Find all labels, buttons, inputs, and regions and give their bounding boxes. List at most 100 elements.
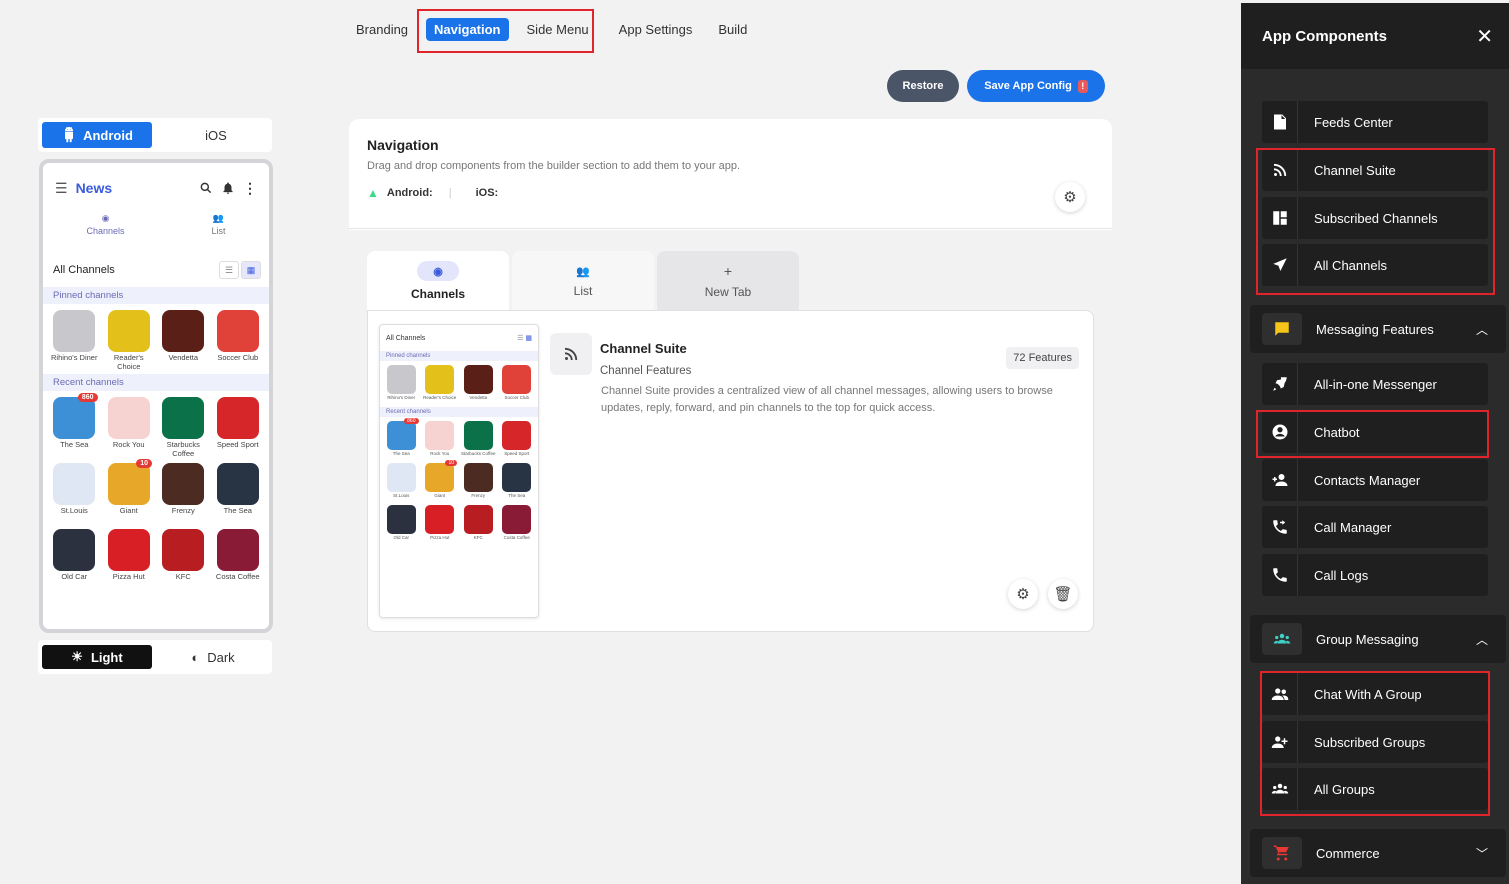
channel-tile[interactable]: The Sea — [498, 463, 537, 503]
nav-tabs-row: ◉ Channels 👥 List + New Tab — [367, 251, 799, 311]
nav-tab-channels[interactable]: ◉ Channels — [367, 251, 509, 311]
sidebar-item-channel-suite[interactable]: Channel Suite — [1262, 149, 1488, 191]
channel-tile[interactable]: Costa Coffee — [498, 505, 537, 545]
channel-tile[interactable]: Giant 10 — [421, 460, 460, 503]
restore-button[interactable]: Restore — [887, 70, 959, 102]
channel-logo-icon — [463, 421, 493, 450]
channel-tile[interactable]: Starbucks Coffee — [459, 421, 498, 461]
sidebar-item-call-logs[interactable]: Call Logs — [1262, 554, 1488, 596]
channel-tile[interactable]: Soccer Club — [498, 365, 537, 405]
group-group-messaging[interactable]: Group Messaging ︿ — [1250, 615, 1506, 663]
channel-tile[interactable]: Reader's Choice — [102, 310, 157, 372]
mini-header: All Channels ☰ ▦ — [380, 325, 538, 351]
channel-tile[interactable]: Vendetta — [459, 365, 498, 405]
group-commerce[interactable]: Commerce ﹀ — [1250, 829, 1506, 877]
sidebar-item-subscribed-groups[interactable]: Subscribed Groups — [1262, 721, 1488, 763]
channel-tile[interactable]: Vendetta — [156, 310, 211, 372]
feature-settings-icon[interactable]: ⚙ — [1008, 579, 1038, 609]
channel-tile[interactable]: Soccer Club — [211, 310, 266, 372]
sidebar-item-chatbot[interactable]: Chatbot — [1262, 411, 1488, 453]
android-label: Android — [83, 127, 133, 143]
channel-tile[interactable]: Pizza Hut — [421, 505, 460, 545]
recent-section-label: Recent channels — [43, 374, 269, 391]
sidebar-item-all-channels[interactable]: All Channels — [1262, 244, 1488, 286]
more-vertical-icon[interactable]: ⋮ — [243, 180, 257, 197]
android-option[interactable]: Android — [42, 122, 152, 148]
channel-tile[interactable]: Speed Sport — [498, 421, 537, 461]
save-app-config-button[interactable]: Save App Config ! — [967, 70, 1105, 102]
channel-tile[interactable]: Rock You — [421, 421, 460, 461]
channel-tile[interactable]: Old Car — [382, 505, 421, 545]
channel-logo-icon — [53, 529, 96, 571]
nav-tab-new[interactable]: + New Tab — [657, 251, 799, 311]
people-icon: 👥 — [212, 213, 225, 223]
chevron-up-icon[interactable]: ︿ — [1476, 321, 1488, 338]
android-icon: ▲ — [367, 186, 379, 200]
channel-name: Soccer Club — [504, 395, 529, 400]
sidebar-item-subscribed-channels[interactable]: Subscribed Channels — [1262, 197, 1488, 239]
channel-tile[interactable]: Frenzy — [156, 463, 211, 525]
channel-tile[interactable]: Old Car — [47, 529, 102, 591]
sidebar-item-contacts-manager[interactable]: Contacts Manager — [1262, 459, 1488, 501]
phone-tab-channels[interactable]: ◉ Channels — [86, 213, 124, 253]
channel-tile[interactable]: Speed Sport — [211, 397, 266, 459]
cart-icon — [1262, 837, 1302, 869]
channel-tile[interactable]: Reader's Choice — [421, 365, 460, 405]
close-icon[interactable]: ✕ — [1476, 24, 1493, 49]
tab-branding[interactable]: Branding — [348, 18, 416, 41]
channel-logo-icon — [425, 365, 455, 394]
tab-build[interactable]: Build — [710, 18, 755, 41]
rocket-icon — [1262, 363, 1298, 405]
bell-icon[interactable] — [221, 181, 235, 195]
channel-tile[interactable]: Rihino's Diner — [47, 310, 102, 372]
channel-tile[interactable]: Starbucks Coffee — [156, 397, 211, 459]
unread-badge: 860 — [404, 418, 419, 424]
channel-tile[interactable]: St.Louis — [47, 463, 102, 525]
group-messaging-features[interactable]: Messaging Features ︿ — [1250, 305, 1506, 353]
nav-tab-list[interactable]: 👥 List — [512, 251, 654, 311]
channel-tile[interactable]: Costa Coffee — [211, 529, 266, 591]
tab-navigation[interactable]: Navigation — [426, 18, 509, 41]
channel-tile[interactable]: Frenzy — [459, 463, 498, 503]
divider: | — [448, 187, 452, 199]
unread-badge: 860 — [77, 393, 98, 402]
hamburger-icon[interactable]: ☰ — [55, 180, 68, 197]
channel-tile[interactable]: The Sea 860 — [47, 393, 102, 459]
channel-tile[interactable]: The Sea — [211, 463, 266, 525]
channel-tile[interactable]: KFC — [156, 529, 211, 591]
delete-icon[interactable]: 🗑 — [1048, 579, 1078, 609]
channel-tile[interactable]: The Sea 860 — [382, 418, 421, 461]
settings-gear-icon[interactable]: ⚙ — [1055, 182, 1085, 212]
groups-icon — [1262, 768, 1298, 810]
channel-tile[interactable]: Rihino's Diner — [382, 365, 421, 405]
moon-icon: ◐ — [191, 649, 200, 665]
ios-option[interactable]: iOS — [158, 122, 268, 148]
sidebar-item-all-in-one-messenger[interactable]: All-in-one Messenger — [1262, 363, 1488, 405]
channel-tile[interactable]: Giant 10 — [102, 459, 157, 525]
sidebar-item-feeds-center[interactable]: Feeds Center — [1262, 101, 1488, 143]
mini-recent-label: Recent channels — [380, 407, 538, 417]
sidebar-item-call-manager[interactable]: Call Manager — [1262, 506, 1488, 548]
sidebar-item-all-groups[interactable]: All Groups — [1262, 768, 1488, 810]
sidebar-item-chat-with-a-group[interactable]: Chat With A Group — [1262, 673, 1488, 715]
chevron-up-icon[interactable]: ︿ — [1476, 631, 1488, 648]
channel-tile[interactable]: Pizza Hut — [102, 529, 157, 591]
search-icon[interactable] — [199, 181, 213, 195]
list-view-icon[interactable]: ☰ — [219, 261, 239, 279]
chevron-down-icon[interactable]: ﹀ — [1476, 845, 1488, 862]
android-status-label: Android: — [386, 187, 433, 199]
feature-count-badge: 72 Features — [1006, 347, 1079, 369]
tab-app-settings[interactable]: App Settings — [611, 18, 701, 41]
dark-theme-option[interactable]: ◐ Dark — [158, 645, 268, 669]
grid-view-icon[interactable]: ▦ — [241, 261, 261, 279]
light-theme-option[interactable]: ☀ Light — [42, 645, 152, 669]
sidebar-header: App Components ✕ — [1241, 3, 1509, 69]
channel-tile[interactable]: Rock You — [102, 397, 157, 459]
channel-tile[interactable]: KFC — [459, 505, 498, 545]
phone-tab-label: Channels — [86, 226, 125, 236]
phone-tab-list[interactable]: 👥 List — [211, 213, 225, 253]
tab-side-menu[interactable]: Side Menu — [519, 18, 597, 41]
channel-tile[interactable]: St.Louis — [382, 463, 421, 503]
channel-name: Vendetta — [168, 353, 199, 362]
channel-logo-icon — [425, 421, 455, 450]
